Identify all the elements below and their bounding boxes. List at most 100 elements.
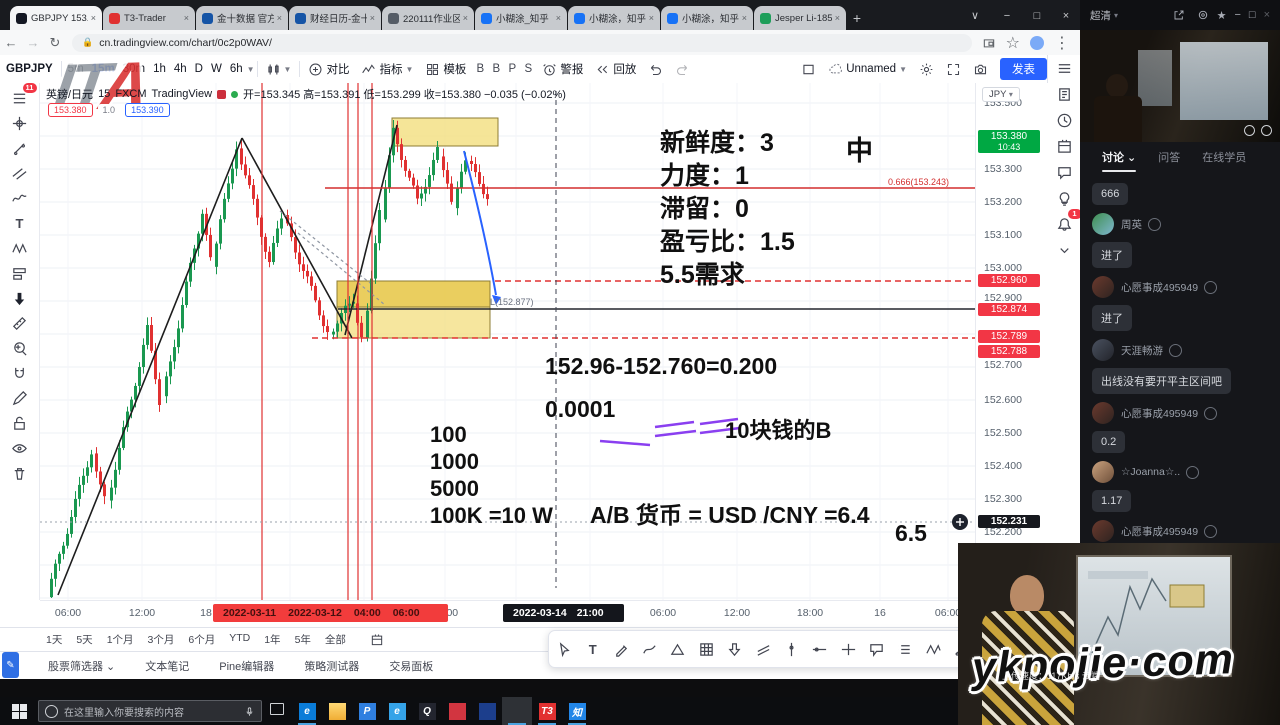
tab-close-icon[interactable]: ×: [835, 13, 840, 23]
chat-avatar[interactable]: [1092, 213, 1114, 235]
bookmark-star-icon[interactable]: ☆: [1006, 33, 1020, 53]
indicators-button[interactable]: 指标▼: [355, 61, 419, 77]
interval-button[interactable]: 15m: [88, 63, 119, 75]
bottom-panel-tab[interactable]: Pine编辑器: [219, 658, 274, 674]
taskbar-app-icon[interactable]: [442, 697, 472, 725]
interval-button[interactable]: 6h: [226, 63, 247, 75]
browser-tab[interactable]: T3-Trader ×: [103, 6, 195, 30]
side-close-icon[interactable]: ×: [1264, 9, 1270, 21]
taskbar-app-icon[interactable]: P: [352, 697, 382, 725]
quick-layout-button[interactable]: S: [520, 63, 536, 75]
address-bar[interactable]: 🔒 cn.tradingview.com/chart/0c2p0WAV/: [72, 34, 972, 52]
magnet-icon[interactable]: [7, 360, 33, 386]
mic-icon[interactable]: [244, 706, 255, 717]
picture-in-picture-icon[interactable]: [982, 36, 996, 50]
redo-icon[interactable]: [669, 62, 696, 77]
settings-gear-icon[interactable]: [913, 62, 940, 77]
quick-layout-button[interactable]: B: [488, 63, 504, 75]
browser-tab[interactable]: Jesper Li-185 ×: [754, 6, 846, 30]
template-button[interactable]: 模板: [419, 61, 472, 77]
taskbar-app-icon[interactable]: [502, 697, 532, 725]
draw-icon[interactable]: [7, 385, 33, 411]
fullscreen-icon[interactable]: [940, 62, 967, 77]
wave-icon[interactable]: [7, 185, 33, 211]
browser-tab[interactable]: 小糊涂_知乎 ×: [475, 6, 567, 30]
interval-button[interactable]: D: [191, 63, 207, 75]
text-icon[interactable]: T: [7, 210, 33, 236]
quick-layout-button[interactable]: P: [504, 63, 520, 75]
bottom-panel-tab[interactable]: 交易面板: [389, 658, 433, 674]
time-axis[interactable]: 06:0012:001812:0006:0012:0018:001606:00 …: [40, 600, 1047, 628]
browser-menu-icon[interactable]: ⋮: [1054, 33, 1070, 53]
zoom-in-icon[interactable]: [7, 335, 33, 361]
browser-tab[interactable]: 小糊涂，知乎 ×: [661, 6, 753, 30]
range-button[interactable]: 1年: [264, 632, 280, 647]
cam-status-icon[interactable]: [1261, 125, 1272, 136]
side-minimize-icon[interactable]: −: [1234, 9, 1240, 21]
range-button[interactable]: YTD: [229, 632, 250, 647]
bottom-panel-tab[interactable]: 策略测试器: [304, 658, 359, 674]
chat-tab[interactable]: 在线学员: [1202, 149, 1246, 165]
window-maximize-button[interactable]: □: [1024, 6, 1050, 26]
presenter-video-feed[interactable]: ykpojie·com: [958, 543, 1280, 725]
chat-avatar[interactable]: [1092, 520, 1114, 542]
stop-price-pill[interactable]: 153.380: [48, 103, 93, 117]
taskbar-app-icon[interactable]: [472, 697, 502, 725]
tab-close-icon[interactable]: ×: [184, 13, 189, 23]
taskbar-search-box[interactable]: 在这里输入你要搜索的内容: [38, 700, 262, 722]
teacher-video-feed[interactable]: [1080, 30, 1280, 142]
trendline-icon[interactable]: [7, 135, 33, 161]
idea-icon[interactable]: [1052, 185, 1078, 211]
record-target-icon[interactable]: [1197, 9, 1209, 21]
vertical-line-icon[interactable]: [778, 636, 804, 662]
bottom-panel-tab[interactable]: 股票筛选器 ⌄: [48, 658, 115, 674]
range-button[interactable]: 1天: [46, 632, 62, 647]
arrow-down-icon[interactable]: [7, 285, 33, 311]
browser-tab[interactable]: GBPJPY 153.2 ×: [10, 6, 102, 30]
range-button[interactable]: 3个月: [148, 632, 175, 647]
taskbar-app-icon[interactable]: e: [382, 697, 412, 725]
arrow-down-o-icon[interactable]: [722, 636, 748, 662]
share-icon[interactable]: [1173, 9, 1185, 21]
interval-button[interactable]: 4h: [170, 63, 191, 75]
browser-tab[interactable]: 小糊涂，知乎 ×: [568, 6, 660, 30]
stream-quality-label[interactable]: 超清: [1090, 8, 1111, 23]
interval-button[interactable]: 1h: [149, 63, 170, 75]
publish-button[interactable]: 发表: [1000, 58, 1047, 80]
news-icon[interactable]: [1052, 81, 1078, 107]
alert-button[interactable]: 警报: [536, 61, 589, 77]
taskbar-app-icon[interactable]: [322, 697, 352, 725]
undo-icon[interactable]: [642, 62, 669, 77]
quick-layout-button[interactable]: B: [472, 63, 488, 75]
browser-tab[interactable]: 财经日历-金十 ×: [289, 6, 381, 30]
bottom-panel-tab[interactable]: 文本笔记: [145, 658, 189, 674]
range-button[interactable]: 5年: [295, 632, 311, 647]
cloud-save-button[interactable]: Unnamed▼: [822, 62, 913, 77]
chart-area[interactable]: 英镑/日元 15 FXCM TradingView 开=153.345 高=15…: [40, 83, 975, 600]
brush-icon[interactable]: [637, 636, 663, 662]
profile-avatar[interactable]: [1030, 36, 1044, 50]
task-view-icon[interactable]: [262, 702, 292, 720]
range-button[interactable]: 1个月: [107, 632, 134, 647]
chat-avatar[interactable]: [1092, 461, 1114, 483]
chat-tab[interactable]: 问答: [1158, 149, 1180, 165]
taskbar-app-icon[interactable]: T3: [532, 697, 562, 725]
callout-icon[interactable]: [864, 636, 890, 662]
forward-icon[interactable]: →: [22, 35, 44, 50]
channel-icon[interactable]: [7, 160, 33, 186]
chat-avatar[interactable]: [1092, 276, 1114, 298]
tab-close-icon[interactable]: ×: [649, 13, 654, 23]
replay-button[interactable]: 回放: [589, 61, 642, 77]
interval-chevron-icon[interactable]: ▼: [247, 65, 255, 74]
symbol-name[interactable]: 英镑/日元: [46, 86, 93, 102]
tab-close-icon[interactable]: ×: [463, 13, 468, 23]
interval-button[interactable]: 30m: [119, 63, 149, 75]
cursor-icon[interactable]: [551, 636, 577, 662]
go-to-date-calendar-icon[interactable]: [370, 633, 384, 647]
ruler-icon[interactable]: [7, 310, 33, 336]
window-close-button[interactable]: ×: [1053, 6, 1079, 26]
entry-price-pill[interactable]: 153.390: [125, 103, 170, 117]
chat-avatar[interactable]: [1092, 402, 1114, 424]
pin-star-icon[interactable]: ★: [1217, 9, 1227, 22]
symbol-button[interactable]: GBPJPY: [0, 63, 59, 75]
